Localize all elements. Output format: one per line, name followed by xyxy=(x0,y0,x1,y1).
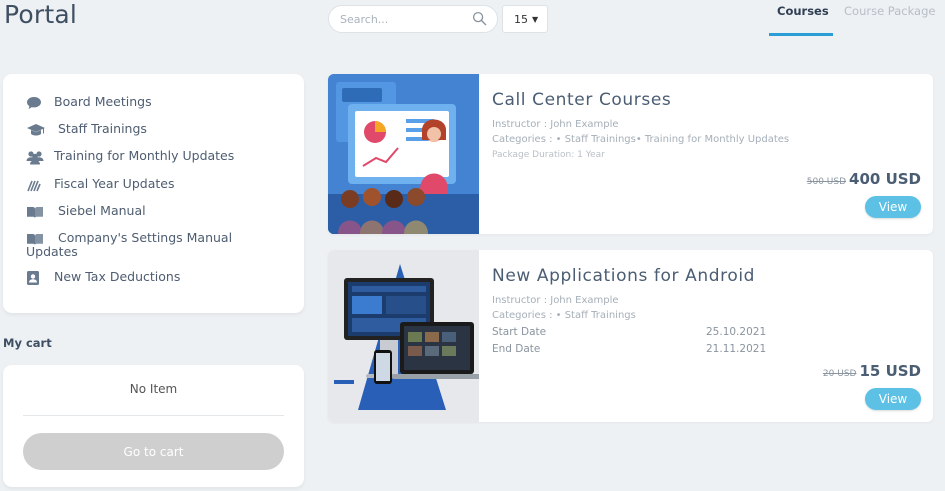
category-sidebar: Board Meetings Staff Trainings Training … xyxy=(3,74,304,313)
search-input[interactable] xyxy=(340,6,475,32)
course-price: 20 USD 15 USD xyxy=(823,362,921,380)
divider xyxy=(23,415,284,416)
open-book-icon xyxy=(26,204,48,220)
sidebar-item-training-monthly-updates[interactable]: Training for Monthly Updates xyxy=(26,149,234,165)
start-date-value: 25.10.2021 xyxy=(706,326,767,338)
course-thumbnail-image xyxy=(328,250,479,422)
graduation-cap-icon xyxy=(26,122,48,138)
sidebar-item-label: Company's Settings Manual Updates xyxy=(26,230,233,259)
sidebar-item-siebel-manual[interactable]: Siebel Manual xyxy=(26,204,146,220)
sidebar-item-label: Fiscal Year Updates xyxy=(54,176,175,191)
cart-title: My cart xyxy=(3,336,52,350)
course-card: New Applications for Android Instructor … xyxy=(328,250,933,422)
course-instructor: Instructor : John Example xyxy=(492,295,619,306)
end-date-value: 21.11.2021 xyxy=(706,343,767,355)
sidebar-item-new-tax-deductions[interactable]: New Tax Deductions xyxy=(26,270,180,286)
cart-empty-text: No Item xyxy=(129,382,178,396)
active-tab-indicator xyxy=(769,33,833,36)
contact-card-icon xyxy=(26,270,48,286)
search-icon[interactable] xyxy=(472,11,487,26)
current-price: 400 USD xyxy=(849,170,921,188)
page-size-value: 15 xyxy=(514,12,528,26)
course-title[interactable]: Call Center Courses xyxy=(492,90,671,110)
course-card: Call Center Courses Instructor : John Ex… xyxy=(328,74,933,234)
sidebar-item-settings-manual[interactable]: Company's Settings Manual Updates xyxy=(26,231,256,259)
start-date-label: Start Date xyxy=(492,326,547,338)
course-categories: Categories : • Staff Trainings xyxy=(492,310,636,321)
end-date-label: End Date xyxy=(492,343,541,355)
search-box[interactable] xyxy=(328,5,498,33)
course-title[interactable]: New Applications for Android xyxy=(492,266,755,286)
open-book-icon xyxy=(26,231,48,247)
page-size-select[interactable]: 15 ▼ xyxy=(502,5,548,33)
current-price: 15 USD xyxy=(859,362,921,380)
course-price: 500 USD 400 USD xyxy=(807,170,921,188)
sidebar-item-label: Board Meetings xyxy=(54,94,152,109)
sidebar-item-label: Siebel Manual xyxy=(58,203,146,218)
signal-waves-icon xyxy=(26,177,48,193)
course-thumbnail-image xyxy=(328,74,479,234)
sidebar-item-board-meetings[interactable]: Board Meetings xyxy=(26,95,152,111)
go-to-cart-button[interactable]: Go to cart xyxy=(23,433,284,470)
course-categories: Categories : • Staff Trainings• Training… xyxy=(492,134,790,145)
users-icon xyxy=(26,149,48,165)
tab-courses[interactable]: Courses xyxy=(777,4,829,18)
speech-bubble-icon xyxy=(26,95,48,111)
view-button[interactable]: View xyxy=(865,196,921,218)
view-button[interactable]: View xyxy=(865,388,921,410)
old-price: 20 USD xyxy=(822,369,857,379)
sidebar-item-staff-trainings[interactable]: Staff Trainings xyxy=(26,122,147,138)
course-instructor: Instructor : John Example xyxy=(492,119,619,130)
sidebar-item-fiscal-year-updates[interactable]: Fiscal Year Updates xyxy=(26,177,174,193)
sidebar-item-label: Training for Monthly Updates xyxy=(54,148,235,163)
app-title: Portal xyxy=(4,0,78,29)
cart-panel: No Item Go to cart xyxy=(3,365,304,487)
chevron-down-icon: ▼ xyxy=(532,14,539,24)
course-duration: Package Duration: 1 Year xyxy=(492,150,605,160)
old-price: 500 USD xyxy=(806,177,847,187)
tab-course-package[interactable]: Course Package xyxy=(844,4,935,18)
sidebar-item-label: New Tax Deductions xyxy=(54,269,181,284)
sidebar-item-label: Staff Trainings xyxy=(58,121,147,136)
